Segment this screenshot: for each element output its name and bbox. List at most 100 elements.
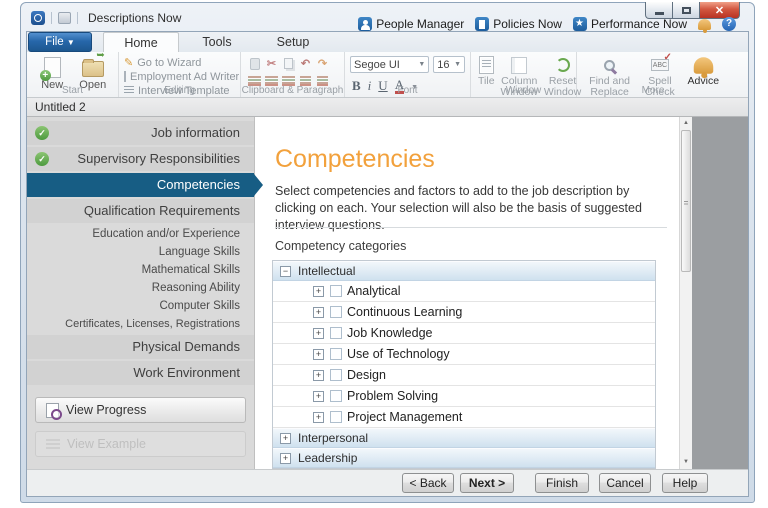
tree-item-continuous-learning[interactable]: + Continuous Learning	[273, 302, 655, 323]
copy-button[interactable]	[282, 57, 295, 70]
chevron-down-icon: ▼	[67, 38, 75, 47]
help-icon[interactable]: ?	[722, 17, 736, 31]
sidebar-item-language-skills[interactable]: Language Skills	[27, 243, 254, 261]
tree-item-problem-solving[interactable]: + Problem Solving	[273, 386, 655, 407]
tree-item-label: Problem Solving	[347, 389, 438, 403]
expand-icon[interactable]: +	[313, 286, 324, 297]
redo-button[interactable]: ↷	[316, 57, 329, 70]
sidebar-item-mathematical-skills[interactable]: Mathematical Skills	[27, 261, 254, 279]
indent-decrease-icon	[300, 76, 311, 86]
next-button[interactable]: Next >	[460, 473, 514, 493]
sidebar-item-physical-demands[interactable]: Physical Demands	[27, 335, 254, 359]
tree-category-intellectual[interactable]: − Intellectual	[273, 261, 655, 281]
expand-icon[interactable]: +	[313, 307, 324, 318]
sidebar-item-education-experience[interactable]: Education and/or Experience	[27, 225, 254, 243]
performance-now-icon	[573, 17, 587, 31]
expand-icon[interactable]: +	[313, 370, 324, 381]
checkbox[interactable]	[330, 369, 342, 381]
chevron-down-icon: ▼	[418, 61, 425, 68]
spell-check-icon: ABC	[651, 59, 669, 71]
tree-item-project-management[interactable]: + Project Management	[273, 407, 655, 428]
go-to-wizard-button[interactable]: ✎ Go to Wizard	[124, 56, 235, 69]
tree-item-job-knowledge[interactable]: + Job Knowledge	[273, 323, 655, 344]
employment-ad-writer-button[interactable]: Employment Ad Writer	[124, 70, 235, 83]
checkbox[interactable]	[330, 306, 342, 318]
paste-button[interactable]	[248, 57, 261, 70]
tree-item-design[interactable]: + Design	[273, 365, 655, 386]
font-size-select[interactable]: 16 ▼	[433, 56, 465, 73]
expand-icon[interactable]: +	[280, 433, 291, 444]
sidebar-item-certificates-licenses[interactable]: Certificates, Licenses, Registrations	[27, 315, 254, 333]
go-to-wizard-label: Go to Wizard	[137, 57, 201, 69]
sidebar-item-reasoning-ability[interactable]: Reasoning Ability	[27, 279, 254, 297]
expand-icon[interactable]: +	[280, 453, 291, 464]
sidebar-item-qualification-requirements[interactable]: Qualification Requirements	[27, 199, 254, 223]
font-name-select[interactable]: Segoe UI ▼	[350, 56, 429, 73]
sidebar-item-job-information[interactable]: ✓ Job information	[27, 121, 254, 145]
close-icon: ✕	[715, 4, 724, 17]
ribbon-group-start: New Open Start	[27, 52, 119, 97]
chevron-down-icon: ▼	[454, 61, 461, 68]
file-menu-button[interactable]: File ▼	[28, 32, 92, 52]
advice-bell-icon[interactable]	[698, 19, 711, 30]
document-tab[interactable]: Untitled 2	[27, 98, 748, 117]
titlebar-divider	[77, 12, 78, 24]
tree-category-label: Interpersonal	[298, 431, 368, 445]
checkbox[interactable]	[330, 327, 342, 339]
sidebar-item-label: Job information	[151, 125, 240, 140]
sidebar-item-label: Qualification Requirements	[84, 203, 240, 218]
people-manager-icon	[358, 17, 372, 31]
people-manager-link[interactable]: People Manager	[358, 17, 464, 31]
sidebar-item-work-environment[interactable]: Work Environment	[27, 361, 254, 385]
checkbox[interactable]	[330, 348, 342, 360]
sidebar-item-label: Supervisory Responsibilities	[77, 151, 240, 166]
vertical-scrollbar[interactable]: ▲ ▼	[679, 117, 692, 469]
checkbox[interactable]	[330, 285, 342, 297]
performance-now-link[interactable]: Performance Now	[573, 17, 687, 31]
view-example-button: View Example	[35, 431, 246, 457]
divider	[275, 227, 667, 228]
font-name-value: Segoe UI	[354, 59, 400, 71]
finish-button[interactable]: Finish	[535, 473, 589, 493]
tree-item-label: Analytical	[347, 284, 401, 298]
checkbox[interactable]	[330, 411, 342, 423]
tree-item-use-of-technology[interactable]: + Use of Technology	[273, 344, 655, 365]
cancel-button[interactable]: Cancel	[599, 473, 651, 493]
tree-item-label: Continuous Learning	[347, 305, 462, 319]
policies-now-link[interactable]: Policies Now	[475, 17, 562, 31]
expand-icon[interactable]: +	[313, 391, 324, 402]
body-area: ✓ Job information ✓ Supervisory Responsi…	[27, 117, 748, 469]
magnifier-icon	[604, 60, 615, 71]
view-progress-button[interactable]: View Progress	[35, 397, 246, 423]
checkbox[interactable]	[330, 390, 342, 402]
tab-home[interactable]: Home	[103, 32, 179, 52]
help-button[interactable]: Help	[662, 473, 708, 493]
scrollbar-thumb[interactable]	[681, 130, 691, 272]
tree-category-leadership[interactable]: + Leadership	[273, 448, 655, 468]
app-window: Descriptions Now ✕ People Manager Polici…	[20, 2, 755, 503]
scroll-up-icon[interactable]: ▲	[680, 120, 692, 126]
undo-button[interactable]: ↶	[299, 57, 312, 70]
tab-tools[interactable]: Tools	[179, 32, 255, 52]
tree-category-interpersonal[interactable]: + Interpersonal	[273, 428, 655, 448]
expand-icon[interactable]: +	[313, 349, 324, 360]
tree-item-analytical[interactable]: + Analytical	[273, 281, 655, 302]
sidebar-item-supervisory-responsibilities[interactable]: ✓ Supervisory Responsibilities	[27, 147, 254, 171]
cut-button[interactable]: ✂	[265, 57, 278, 70]
client-frame: File ▼ Home Tools Setup New Open Start	[26, 31, 749, 497]
collapse-icon[interactable]: −	[280, 266, 291, 277]
page-title: Competencies	[275, 145, 435, 174]
quick-access-icon[interactable]	[58, 12, 71, 24]
sidebar-item-label: Competencies	[157, 177, 240, 192]
tree-item-label: Job Knowledge	[347, 326, 432, 340]
employment-ad-writer-label: Employment Ad Writer	[130, 71, 239, 83]
expand-icon[interactable]: +	[313, 328, 324, 339]
tab-setup[interactable]: Setup	[255, 32, 331, 52]
app-icon[interactable]	[31, 11, 45, 25]
sidebar-item-computer-skills[interactable]: Computer Skills	[27, 297, 254, 315]
scroll-down-icon[interactable]: ▼	[680, 459, 692, 465]
sidebar-item-competencies[interactable]: Competencies	[27, 173, 254, 197]
back-button[interactable]: < Back	[402, 473, 454, 493]
expand-icon[interactable]: +	[313, 412, 324, 423]
window-title: Descriptions Now	[84, 11, 181, 25]
